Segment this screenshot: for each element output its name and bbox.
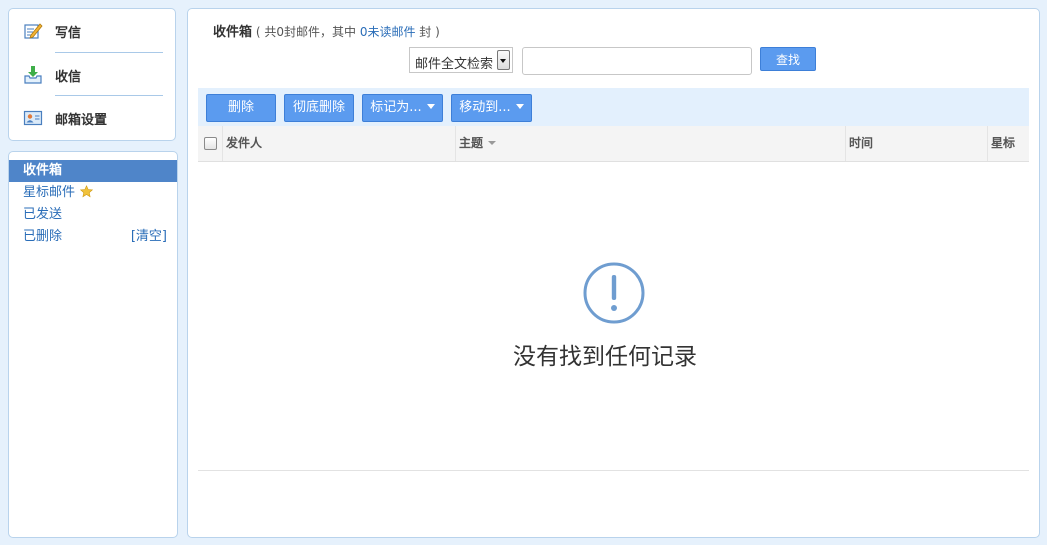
folder-deleted[interactable]: 已删除 [清空]: [9, 226, 177, 248]
folder-label: 已删除: [23, 229, 63, 244]
column-divider: [987, 126, 988, 161]
folder-list: 收件箱 星标邮件 已发送 已删除 [清空]: [8, 151, 178, 538]
folder-starred[interactable]: 星标邮件: [9, 182, 177, 204]
search-scope-select[interactable]: 邮件全文检索: [409, 47, 513, 73]
summary-suffix: 封 ): [419, 25, 440, 39]
receive-mail-icon: [23, 65, 43, 85]
caret-down-icon: [426, 104, 435, 109]
column-divider: [845, 126, 846, 161]
caret-down-icon: [515, 104, 524, 109]
receive-mail-button[interactable]: 收信: [23, 57, 163, 93]
sort-down-icon: [488, 141, 497, 145]
folder-label: 收件箱: [23, 163, 63, 178]
folder-inbox[interactable]: 收件箱: [9, 160, 177, 182]
move-to-label: 移动到...: [459, 100, 511, 115]
folder-label: 星标邮件: [23, 185, 76, 200]
empty-trash-link[interactable]: [清空]: [131, 226, 167, 248]
chevron-down-icon[interactable]: [497, 50, 510, 70]
delete-permanently-button[interactable]: 彻底删除: [284, 94, 354, 122]
column-divider: [455, 126, 456, 161]
folder-sent[interactable]: 已发送: [9, 204, 177, 226]
divider: [55, 95, 163, 96]
compose-label: 写信: [55, 25, 82, 41]
mailbox-settings-label: 邮箱设置: [55, 112, 108, 128]
mailbox-settings-icon: [23, 108, 43, 128]
move-to-dropdown[interactable]: 移动到...: [451, 94, 532, 122]
page-title: 收件箱: [213, 25, 253, 40]
receive-mail-label: 收信: [55, 69, 82, 85]
compose-button[interactable]: 写信: [23, 13, 163, 49]
empty-state-message: 没有找到任何记录: [513, 344, 697, 370]
compose-icon: [23, 21, 43, 41]
delete-permanently-label: 彻底删除: [292, 100, 345, 115]
column-sender[interactable]: 发件人: [226, 126, 262, 161]
mark-as-label: 标记为...: [370, 100, 422, 115]
divider: [55, 52, 163, 53]
search-button[interactable]: 查找: [760, 47, 816, 71]
mail-table-header: 发件人 主题 时间 星标: [198, 126, 1029, 162]
column-subject-label: 主题: [459, 136, 484, 150]
unread-count-link[interactable]: 0未读邮件: [360, 25, 416, 39]
folder-label: 已发送: [23, 207, 63, 222]
column-star[interactable]: 星标: [991, 126, 1015, 161]
column-subject[interactable]: 主题: [459, 126, 497, 161]
select-all-checkbox[interactable]: [204, 137, 217, 150]
mail-actions-panel: 写信 收信 邮箱设置: [8, 8, 176, 141]
left-sidebar: 写信 收信 邮箱设置 收件箱 星标邮件 已发送 已删除 [清空]: [8, 8, 178, 538]
exclamation-circle-icon: [582, 261, 646, 329]
column-time[interactable]: 时间: [849, 126, 873, 161]
column-divider: [222, 126, 223, 161]
delete-label: 删除: [227, 100, 254, 115]
search-input[interactable]: [522, 47, 752, 75]
mark-as-dropdown[interactable]: 标记为...: [362, 94, 443, 122]
inbox-summary: 收件箱 ( 共0封邮件，其中 0未读邮件 封 ): [213, 21, 440, 40]
summary-prefix: ( 共0封邮件，其中: [255, 25, 356, 39]
search-scope-value: 邮件全文检索: [415, 57, 494, 72]
mailbox-settings-button[interactable]: 邮箱设置: [23, 100, 163, 136]
delete-button[interactable]: 删除: [206, 94, 276, 122]
inbox-panel: 收件箱 ( 共0封邮件，其中 0未读邮件 封 ) 邮件全文检索 查找 删除 彻底…: [187, 8, 1040, 538]
list-bottom-divider: [198, 470, 1029, 471]
mail-toolbar: 删除 彻底删除 标记为... 移动到...: [198, 88, 1029, 126]
star-icon: [80, 184, 94, 206]
